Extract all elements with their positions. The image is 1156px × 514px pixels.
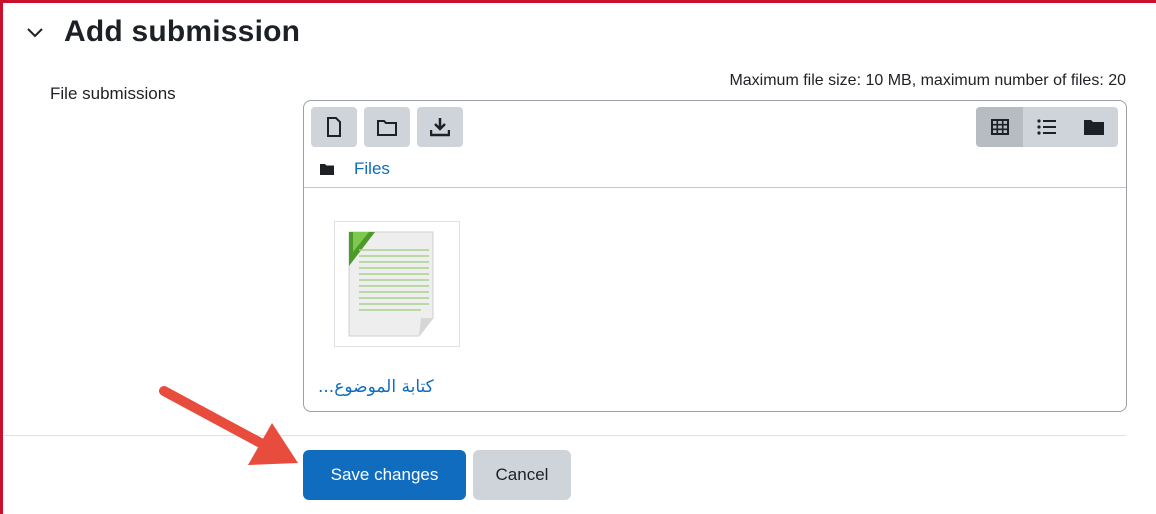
save-changes-button[interactable]: Save changes xyxy=(303,450,466,500)
file-limits-text: Maximum file size: 10 MB, maximum number… xyxy=(729,72,1126,89)
tree-view-icon xyxy=(1084,120,1105,135)
breadcrumb: Files xyxy=(320,159,390,179)
cancel-button[interactable]: Cancel xyxy=(473,450,571,500)
download-icon xyxy=(430,118,450,137)
file-submissions-label: File submissions xyxy=(50,84,176,103)
section-header[interactable]: Add submission xyxy=(24,10,300,54)
grid-view-icon xyxy=(990,119,1009,135)
grid-view-button[interactable] xyxy=(976,107,1024,147)
file-name-link[interactable]: كتابة الموضوع... xyxy=(318,377,434,397)
folder-icon xyxy=(320,163,334,175)
add-file-button[interactable] xyxy=(311,107,357,147)
list-view-icon xyxy=(1037,119,1056,135)
tree-view-button[interactable] xyxy=(1071,107,1118,147)
file-manager: Files كتابة الموضوع... xyxy=(303,100,1127,412)
view-switcher xyxy=(976,107,1118,147)
create-folder-icon xyxy=(377,119,397,136)
create-folder-button[interactable] xyxy=(364,107,410,147)
list-view-button[interactable] xyxy=(1023,107,1070,147)
chevron-down-icon[interactable] xyxy=(24,21,46,43)
file-thumbnail[interactable] xyxy=(334,221,460,347)
annotation-arrow-icon xyxy=(159,386,298,465)
file-manager-toolbar: Files xyxy=(304,101,1126,188)
section-title: Add submission xyxy=(64,15,301,48)
add-file-icon xyxy=(327,117,341,137)
document-icon xyxy=(348,231,434,337)
download-button[interactable] xyxy=(417,107,463,147)
breadcrumb-files-link[interactable]: Files xyxy=(354,159,390,179)
